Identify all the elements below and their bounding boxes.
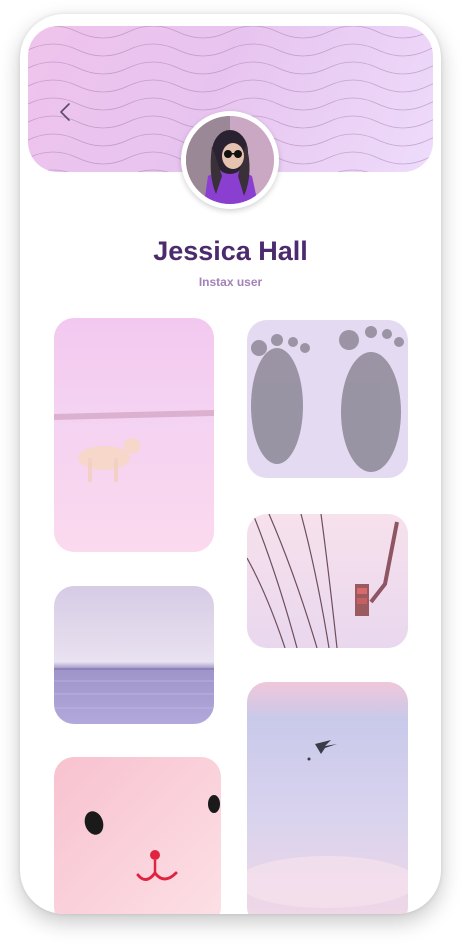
gallery-photo-bunny[interactable] [54, 757, 221, 914]
profile-subtitle: Instax user [198, 275, 263, 289]
portrait-image [186, 116, 274, 204]
sea-horizon-photo [54, 586, 214, 724]
sky-airplane-photo [247, 682, 408, 914]
snowy-field-dog-photo [54, 318, 214, 552]
gallery-photo-footprints[interactable] [247, 320, 408, 478]
gallery-photo-sea[interactable] [54, 586, 214, 724]
screen: Jessica Hall Instax user [0, 0, 472, 947]
gallery-photo-sky-airplane[interactable] [247, 682, 408, 914]
bunny-face-photo [54, 757, 221, 914]
power-lines-traffic-light-photo [247, 514, 408, 648]
gallery-photo-power-lines[interactable] [247, 514, 408, 648]
gallery-photo-snowy-field[interactable] [54, 318, 214, 552]
footprints-photo [247, 320, 408, 478]
back-button[interactable] [54, 100, 78, 124]
chevron-left-icon [60, 103, 70, 121]
avatar[interactable] [181, 111, 279, 209]
profile-name: Jessica Hall [153, 236, 308, 266]
avatar-photo [186, 116, 274, 204]
phone-frame: Jessica Hall Instax user [20, 14, 441, 914]
